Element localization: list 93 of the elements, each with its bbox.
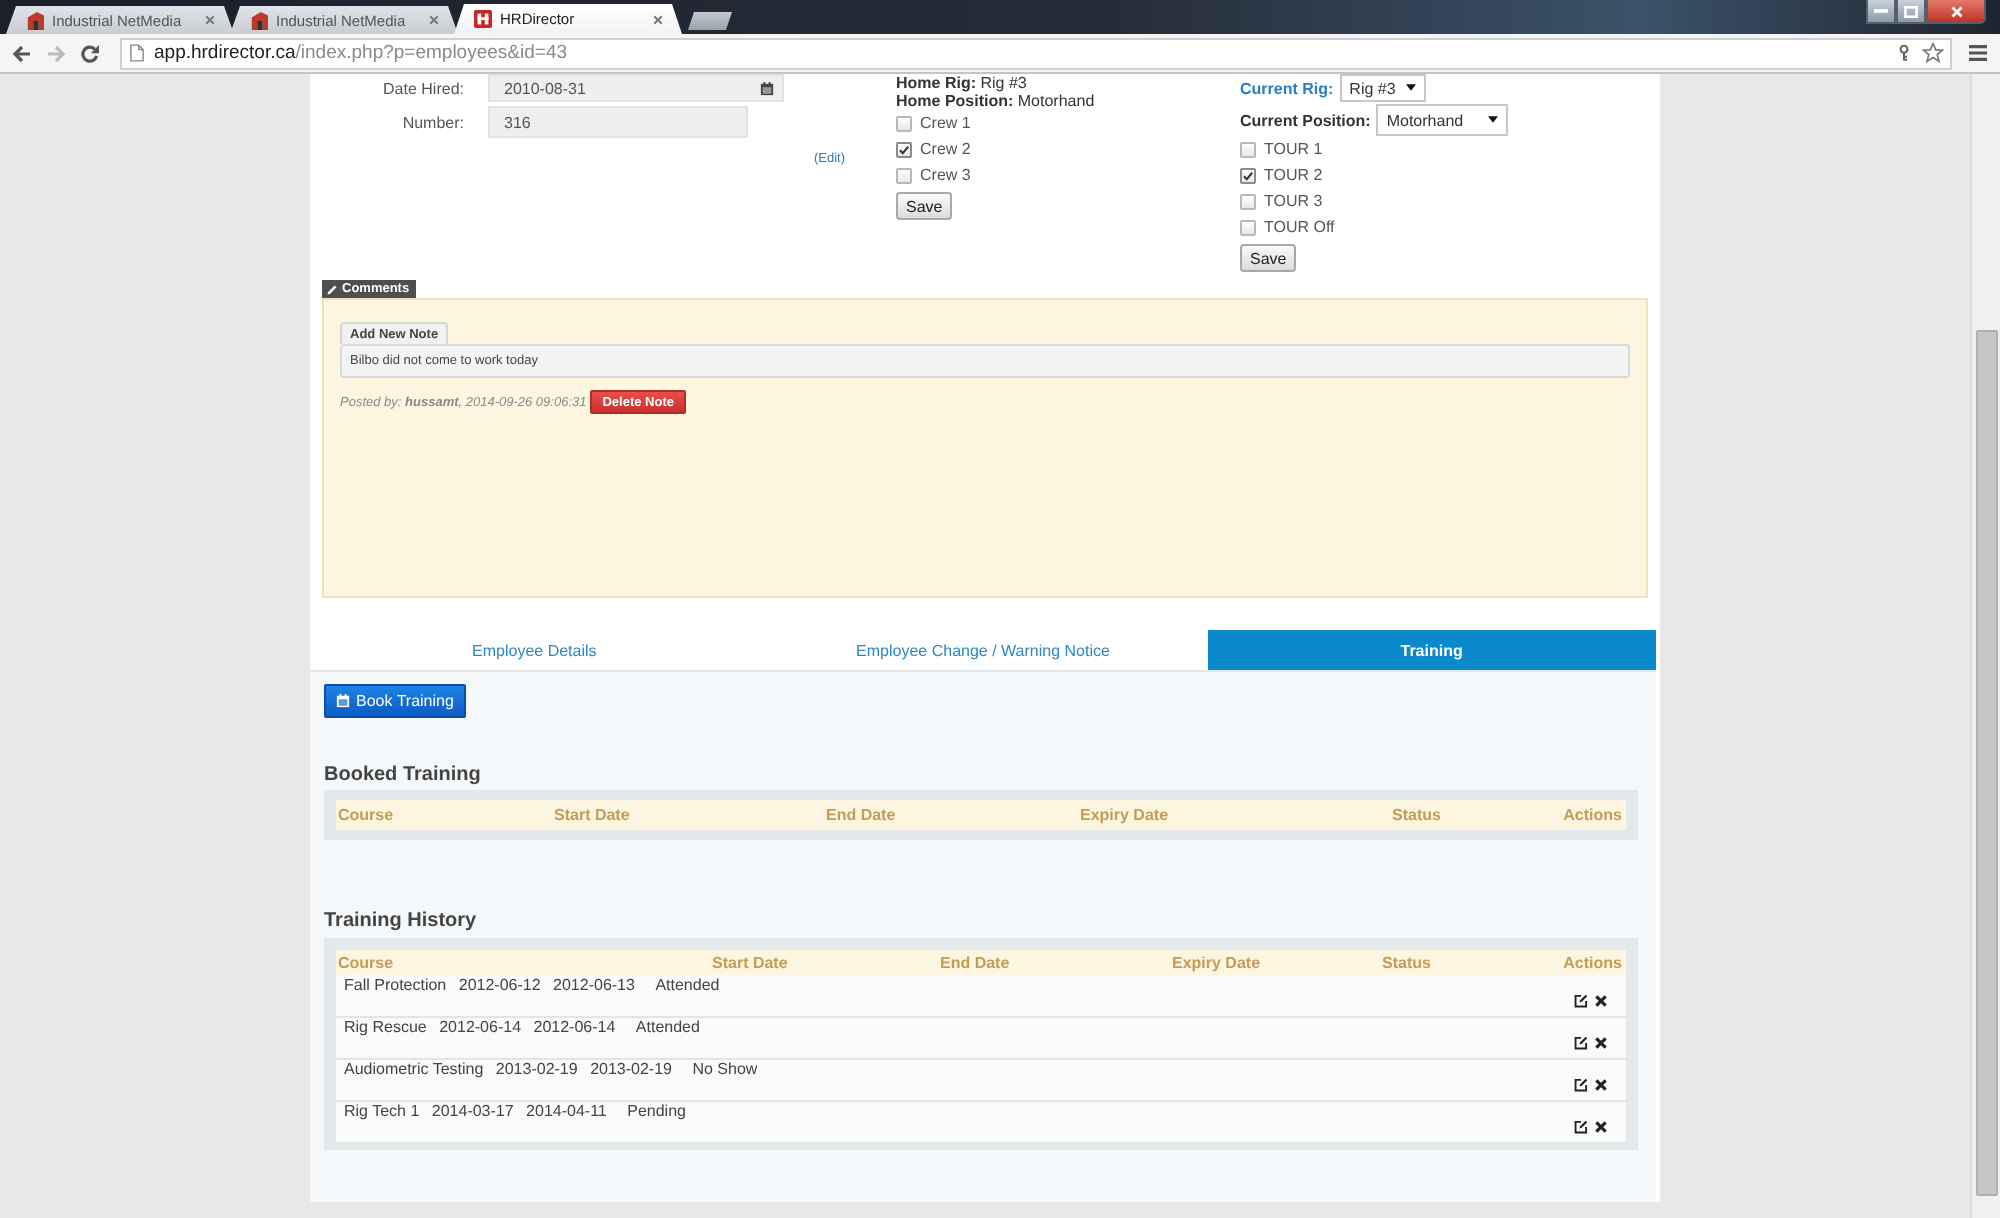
- number-field[interactable]: 316: [488, 106, 748, 138]
- home-rig-text: Home Rig: Rig #3: [896, 74, 1027, 92]
- page-icon: [130, 44, 144, 62]
- table-cell-text: 2012-06-14: [531, 1018, 616, 1036]
- checkbox[interactable]: [1240, 167, 1256, 183]
- back-arrow-icon[interactable]: [12, 43, 32, 63]
- calendar-icon: [336, 694, 350, 708]
- checkbox-label: Crew 2: [920, 140, 971, 158]
- field-label: Date Hired:: [381, 79, 464, 97]
- column-header: Actions: [1561, 806, 1624, 824]
- close-icon[interactable]: [428, 14, 440, 26]
- table-cell-text: Attended: [653, 976, 720, 994]
- maximize-button[interactable]: [1896, 0, 1926, 24]
- column-header: Start Date: [552, 806, 632, 824]
- field-label: Current Rig:: [1240, 79, 1334, 97]
- table-cell-text: Pending: [625, 1102, 686, 1120]
- column-header: Status: [1380, 954, 1433, 972]
- column-header: Expiry Date: [1078, 806, 1171, 824]
- position-select[interactable]: Motorhand: [1376, 104, 1509, 136]
- table-cell-text: 2013-02-19: [588, 1060, 672, 1078]
- checkmark-icon: [1242, 169, 1254, 181]
- minimize-button[interactable]: [1866, 0, 1896, 24]
- table-cell-text: Rig Tech 1: [342, 1102, 420, 1120]
- edit-icon[interactable]: [1574, 994, 1588, 1008]
- column-header: Start Date: [710, 954, 790, 972]
- checkbox[interactable]: [1240, 141, 1256, 157]
- section-heading: Training History: [324, 908, 477, 934]
- star-icon[interactable]: [1922, 42, 1944, 64]
- key-icon[interactable]: [1898, 44, 1910, 62]
- checkbox[interactable]: [896, 141, 912, 157]
- checkbox-label: Crew 1: [920, 114, 971, 132]
- column-header: Actions: [1561, 954, 1624, 972]
- save-button[interactable]: Save: [1240, 244, 1297, 272]
- column-header: Course: [336, 954, 396, 972]
- table-cell-text: Rig Rescue: [342, 1018, 427, 1036]
- address-field[interactable]: app.hrdirector.ca/index.php?p=employees&id=43: [120, 37, 1952, 69]
- delete-icon[interactable]: [1594, 1036, 1608, 1050]
- reload-icon[interactable]: [80, 43, 100, 63]
- checkbox-label: TOUR 3: [1264, 192, 1323, 210]
- delete-icon[interactable]: [1594, 1078, 1608, 1092]
- checkbox[interactable]: [896, 167, 912, 183]
- favicon-icon: [250, 11, 268, 29]
- new-tab-button[interactable]: [688, 12, 732, 30]
- edit-icon[interactable]: [1574, 1036, 1588, 1050]
- column-header: Expiry Date: [1170, 954, 1263, 972]
- delete-icon[interactable]: [1594, 1120, 1608, 1134]
- edit-icon[interactable]: [1574, 1120, 1588, 1134]
- scrollbar-thumb[interactable]: [1975, 330, 1997, 1196]
- table-cell-text: 2014-04-11: [524, 1102, 607, 1120]
- close-icon[interactable]: [652, 13, 664, 25]
- checkbox-label: TOUR 2: [1264, 166, 1323, 184]
- delete-icon[interactable]: [1594, 994, 1608, 1008]
- checkbox-label: TOUR 1: [1264, 140, 1323, 158]
- checkbox-label: TOUR Off: [1264, 218, 1335, 236]
- field-label: Number:: [400, 113, 464, 131]
- logo-icon: [474, 10, 492, 28]
- save-button[interactable]: Save: [896, 192, 953, 220]
- checkbox[interactable]: [896, 115, 912, 131]
- close-icon: [1949, 5, 1963, 17]
- maximize-icon: [1904, 5, 1918, 17]
- edit-icon[interactable]: [1574, 1078, 1588, 1092]
- favicon-icon: [26, 11, 44, 29]
- caret-icon: [1488, 116, 1499, 124]
- checkbox[interactable]: [1240, 193, 1256, 209]
- table-cell-text: 2012-06-14: [437, 1018, 522, 1036]
- menu-icon[interactable]: [1968, 44, 1988, 62]
- home-position-text: Home Position: Motorhand: [896, 92, 1095, 110]
- checkbox-label: Crew 3: [920, 166, 971, 184]
- table-cell-text: 2014-03-17: [429, 1102, 514, 1120]
- minimize-icon: [1874, 8, 1888, 14]
- book-training-button[interactable]: Book Training: [324, 684, 466, 718]
- table-cell-text: 2012-06-13: [551, 976, 635, 994]
- rig-select[interactable]: Rig #3: [1339, 74, 1426, 102]
- table-cell-text: 2012-06-12: [456, 976, 541, 994]
- field-label: Current Position:: [1240, 111, 1371, 129]
- section-heading: Booked Training: [324, 762, 481, 788]
- column-header: Course: [336, 806, 396, 824]
- table-cell-text: No Show: [690, 1060, 758, 1078]
- date-field[interactable]: 2010-08-31: [488, 74, 784, 102]
- table-cell-text: Attended: [633, 1018, 700, 1036]
- table-cell-text: Fall Protection: [342, 976, 447, 994]
- column-header: End Date: [938, 954, 1012, 972]
- table-cell-text: 2013-02-19: [493, 1060, 578, 1078]
- tab[interactable]: Training: [1207, 630, 1656, 670]
- close-icon[interactable]: [204, 14, 216, 26]
- table-cell-text: Audiometric Testing: [342, 1060, 484, 1078]
- calendar-icon[interactable]: [760, 81, 774, 95]
- checkbox[interactable]: [1240, 219, 1256, 235]
- caret-icon: [1405, 84, 1416, 92]
- column-header: End Date: [824, 806, 898, 824]
- column-header: Status: [1390, 806, 1443, 824]
- checkmark-icon: [898, 143, 910, 155]
- close-button[interactable]: [1926, 0, 1986, 24]
